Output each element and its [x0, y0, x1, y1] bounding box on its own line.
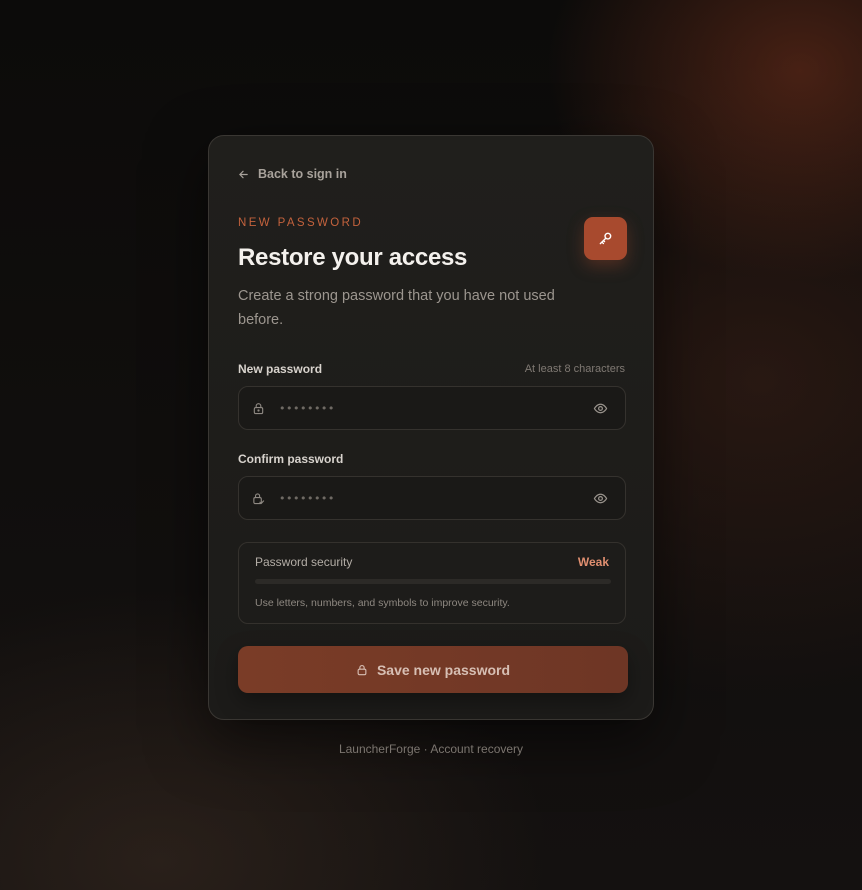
- lock-check-icon: [253, 492, 265, 504]
- lock-icon: [253, 402, 264, 414]
- lock-icon: [357, 664, 367, 675]
- security-title: Password security: [255, 555, 353, 569]
- key-icon: [599, 232, 612, 245]
- new-password-hint: At least 8 characters: [524, 363, 625, 375]
- confirm-password-input[interactable]: [279, 477, 593, 519]
- save-new-password-button[interactable]: Save new password: [238, 646, 628, 693]
- arrow-left-icon: [239, 170, 248, 178]
- new-password-input[interactable]: [279, 387, 593, 429]
- back-link-label: Back to sign in: [258, 167, 347, 181]
- eye-icon[interactable]: [593, 491, 608, 506]
- security-note: Use letters, numbers, and symbols to imp…: [255, 597, 510, 609]
- footer-text: LauncherForge · Account recovery: [338, 742, 524, 756]
- confirm-password-field[interactable]: [238, 476, 626, 520]
- new-password-label: New password: [238, 362, 323, 376]
- recovery-card: Back to sign in NEW PASSWORD Restore you…: [208, 135, 654, 720]
- page-subtitle: Create a strong password that you have n…: [238, 288, 555, 328]
- back-to-sign-in-link[interactable]: Back to sign in: [238, 167, 347, 181]
- eyebrow-label: NEW PASSWORD: [238, 217, 364, 229]
- confirm-password-label: Confirm password: [238, 452, 344, 466]
- eye-icon[interactable]: [593, 401, 608, 416]
- security-level-badge: Weak: [577, 555, 609, 569]
- page-title: Restore your access: [238, 244, 468, 271]
- save-button-label: Save new password: [376, 661, 511, 678]
- password-security-panel: Password security Weak Use letters, numb…: [238, 542, 626, 624]
- strength-meter: [255, 579, 611, 584]
- key-badge: [584, 217, 627, 260]
- new-password-field[interactable]: [238, 386, 626, 430]
